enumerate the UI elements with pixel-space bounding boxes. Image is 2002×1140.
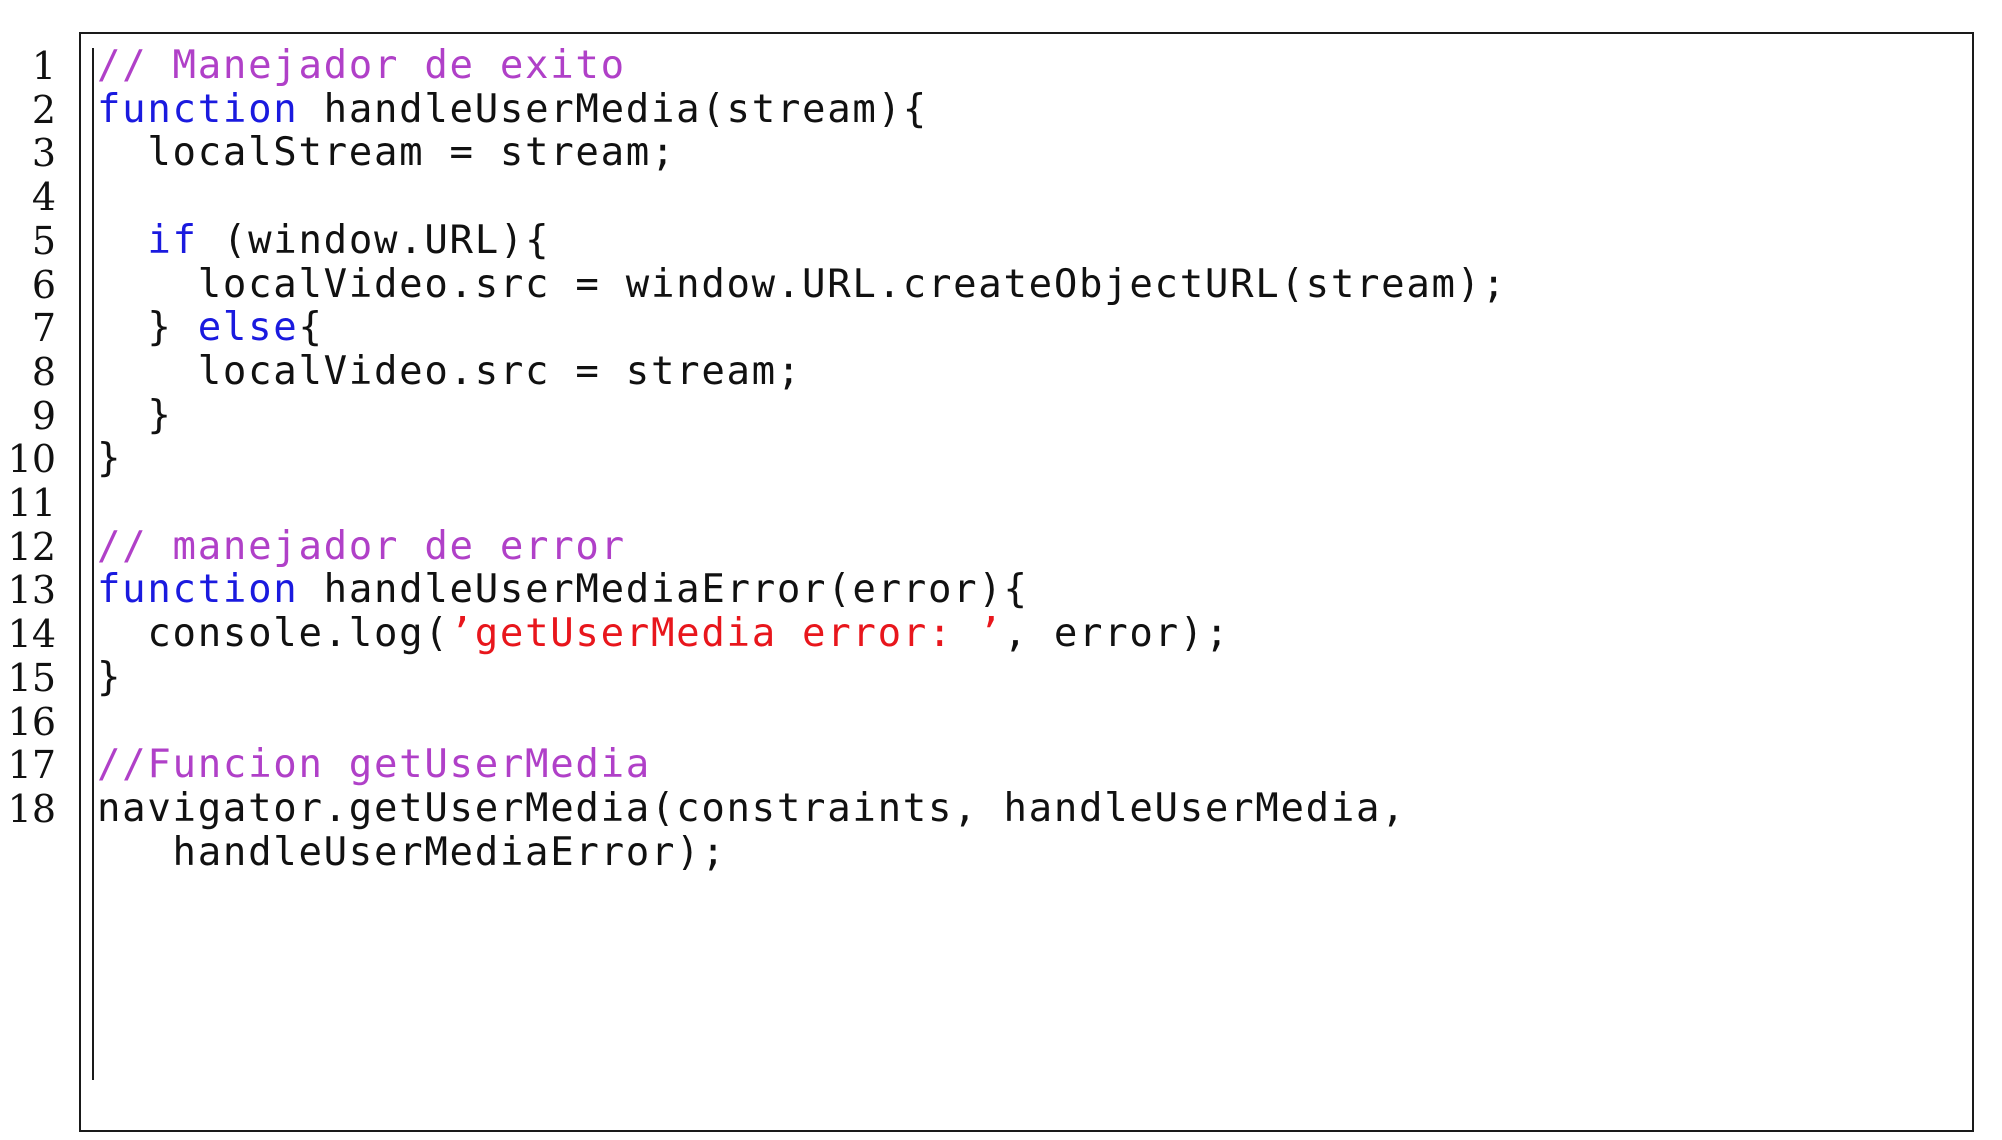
line-number-divider-end — [92, 1000, 94, 1080]
code-token-plain: handleUserMediaError); — [97, 829, 727, 875]
code-line: handleUserMediaError); — [0, 825, 2002, 881]
code-text: handleUserMediaError); — [97, 825, 727, 881]
code-listing: 1// Manejador de exito 2 function handleUs… — [0, 0, 2002, 1140]
